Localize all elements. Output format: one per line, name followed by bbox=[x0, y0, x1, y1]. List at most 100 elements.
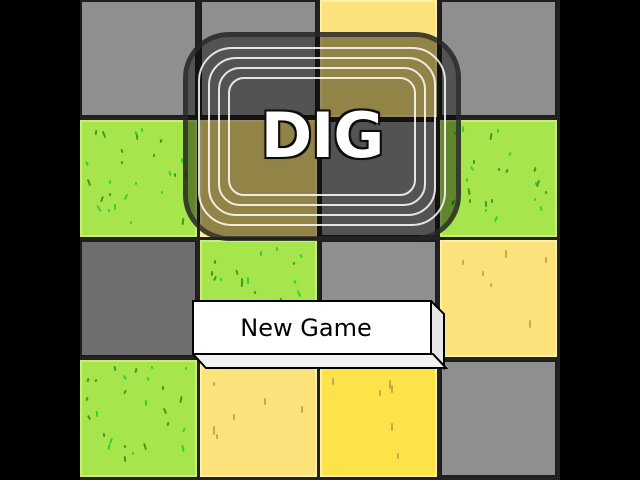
sand-grain bbox=[332, 378, 334, 385]
grass-blade bbox=[484, 200, 488, 208]
grass-blade bbox=[86, 178, 92, 187]
grass-blade bbox=[161, 385, 165, 391]
grass-blade bbox=[113, 203, 117, 211]
sand-grain bbox=[482, 271, 484, 276]
grass-blade bbox=[86, 414, 92, 421]
grass-blade bbox=[497, 167, 501, 172]
grass-blade bbox=[86, 377, 90, 383]
sand-grain bbox=[213, 426, 215, 435]
grass-blade bbox=[160, 190, 164, 195]
grass-blade bbox=[107, 208, 111, 213]
grass-blade bbox=[484, 208, 488, 213]
grass-blade bbox=[152, 153, 156, 158]
tile-sand[interactable] bbox=[320, 360, 437, 477]
grass-blade bbox=[129, 220, 133, 225]
grass-blade bbox=[134, 181, 138, 186]
grass-blade bbox=[94, 129, 98, 136]
grass-blade bbox=[539, 205, 543, 212]
grass-blade bbox=[184, 366, 188, 371]
grass-blade bbox=[123, 389, 127, 395]
grass-blade bbox=[122, 374, 128, 381]
grass-blade bbox=[159, 138, 163, 144]
logo-title: DIG bbox=[260, 99, 384, 172]
grass-blade bbox=[99, 195, 105, 203]
grass-blade bbox=[472, 159, 476, 165]
tile-stone[interactable] bbox=[80, 0, 197, 117]
grass-blade bbox=[508, 151, 512, 157]
grass-blade bbox=[144, 399, 148, 407]
grass-blade bbox=[166, 421, 170, 427]
grass-blade bbox=[123, 455, 127, 463]
grass-blade bbox=[181, 217, 185, 226]
grass-blade bbox=[296, 289, 302, 298]
tile-sand[interactable] bbox=[200, 360, 317, 477]
grass-blade bbox=[467, 187, 471, 196]
grass-blade bbox=[544, 190, 548, 195]
grass-blade bbox=[108, 192, 112, 197]
grass-blade bbox=[469, 165, 475, 172]
grass-blade bbox=[235, 269, 239, 276]
sand-grain bbox=[391, 423, 393, 431]
grass-blade bbox=[299, 253, 303, 259]
grass-blade bbox=[94, 378, 98, 383]
grass-blade bbox=[253, 290, 257, 295]
tile-stone[interactable] bbox=[440, 360, 557, 477]
sand-grain bbox=[301, 406, 303, 413]
grass-blade bbox=[210, 270, 214, 277]
grass-blade bbox=[95, 410, 99, 418]
grass-blade bbox=[120, 160, 124, 165]
grass-blade bbox=[146, 376, 150, 382]
grass-blade bbox=[143, 442, 147, 451]
tile-grass[interactable] bbox=[80, 360, 197, 477]
grass-blade bbox=[219, 277, 223, 282]
grass-blade bbox=[113, 365, 117, 372]
sand-grain bbox=[216, 434, 218, 439]
sand-grain bbox=[213, 382, 215, 386]
sand-grain bbox=[505, 250, 507, 258]
grass-blade bbox=[490, 198, 494, 204]
sand-grain bbox=[233, 414, 235, 420]
grass-blade bbox=[131, 451, 135, 456]
grass-blade bbox=[275, 246, 279, 252]
grass-blade bbox=[182, 427, 186, 433]
grass-blade bbox=[101, 130, 107, 139]
grass-blade bbox=[247, 277, 249, 284]
grass-blade bbox=[123, 444, 127, 449]
grass-blade bbox=[173, 172, 177, 178]
new-game-button[interactable]: New Game bbox=[192, 300, 448, 370]
tile-grass[interactable] bbox=[80, 120, 197, 237]
tile-sand[interactable] bbox=[440, 240, 557, 357]
grass-blade bbox=[293, 279, 297, 285]
grass-blade bbox=[181, 444, 185, 453]
sand-grain bbox=[462, 260, 464, 265]
grass-blade bbox=[533, 166, 537, 173]
sand-grain bbox=[264, 398, 266, 405]
grass-blade bbox=[108, 179, 112, 185]
game-logo: DIG bbox=[183, 32, 461, 241]
grass-blade bbox=[468, 198, 472, 204]
sand-grain bbox=[379, 390, 381, 396]
grass-blade bbox=[461, 125, 465, 133]
sand-grain bbox=[397, 453, 399, 459]
grass-blade bbox=[496, 128, 500, 134]
grass-blade bbox=[107, 443, 111, 451]
sand-grain bbox=[529, 320, 531, 328]
grass-blade bbox=[213, 259, 217, 265]
tile-stone[interactable] bbox=[80, 240, 197, 357]
sand-grain bbox=[490, 283, 492, 287]
grass-blade bbox=[259, 250, 263, 257]
grass-blade bbox=[123, 193, 129, 201]
grass-blade bbox=[134, 367, 138, 374]
grass-blade bbox=[102, 432, 106, 438]
grass-blade bbox=[240, 279, 244, 288]
grass-blade bbox=[150, 365, 154, 370]
grass-blade bbox=[212, 275, 218, 282]
grass-blade bbox=[179, 395, 183, 404]
grass-blade bbox=[85, 160, 89, 167]
grass-blade bbox=[162, 407, 168, 415]
grass-blade bbox=[533, 197, 537, 202]
button-bevel-bottom bbox=[192, 353, 448, 369]
grass-blade bbox=[96, 204, 102, 213]
grass-blade bbox=[493, 215, 499, 223]
grass-blade bbox=[505, 168, 509, 174]
